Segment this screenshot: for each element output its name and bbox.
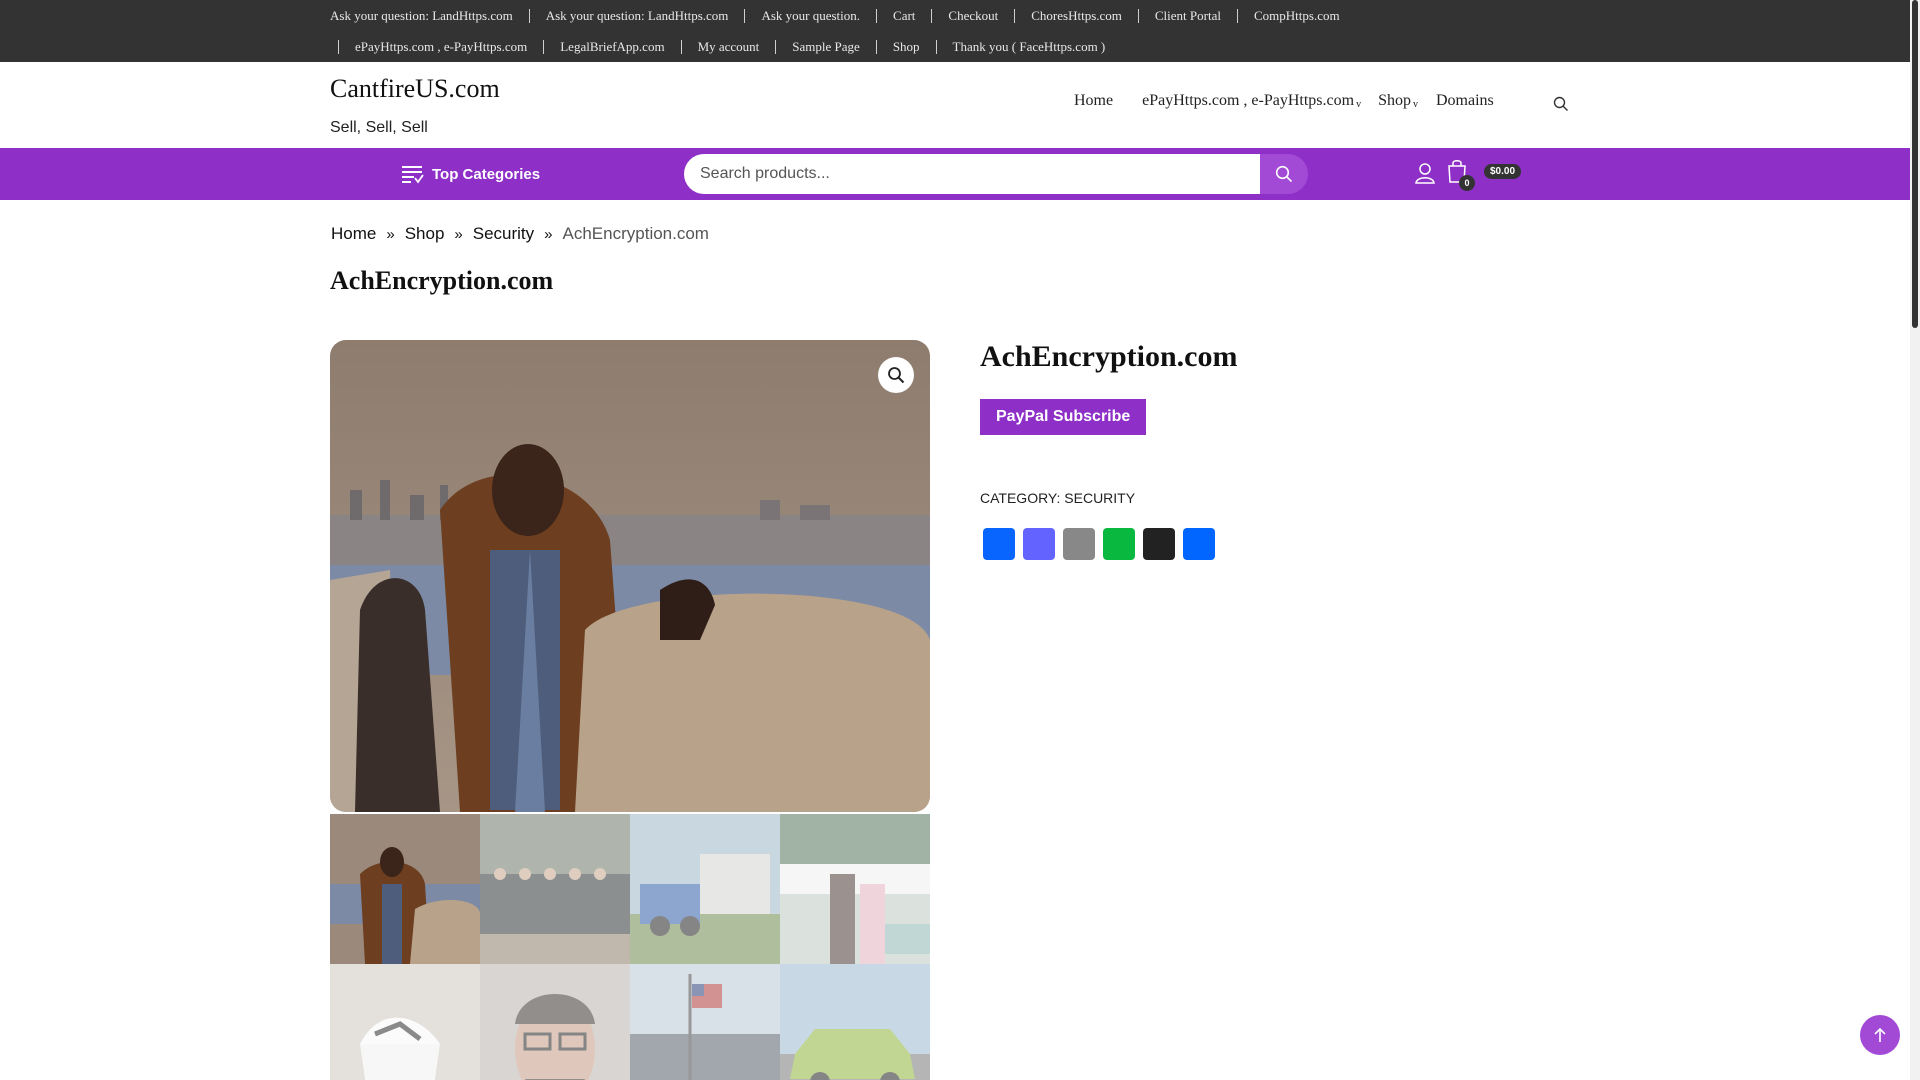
top-link-sample-page[interactable]: Sample Page xyxy=(792,39,860,55)
scrollbar-thumb[interactable] xyxy=(1912,0,1918,328)
breadcrumb-separator: » xyxy=(386,225,395,243)
top-menu-row-2: ePayHttps.com , e-PayHttps.com LegalBrie… xyxy=(330,39,1105,55)
thumbnail-group-photo[interactable] xyxy=(480,814,630,964)
category-label: CATEGORY: xyxy=(980,490,1061,506)
divider xyxy=(935,40,937,54)
divider xyxy=(528,9,530,23)
breadcrumb-security[interactable]: Security xyxy=(473,224,534,244)
user-account-icon[interactable] xyxy=(1414,162,1436,189)
top-link-my-account[interactable]: My account xyxy=(698,39,760,55)
magnifier-icon xyxy=(888,367,905,384)
thumbnail-blue-truck[interactable] xyxy=(630,814,780,964)
divider xyxy=(744,9,746,23)
divider xyxy=(680,40,682,54)
top-link-legalbrief[interactable]: LegalBriefApp.com xyxy=(560,39,664,55)
divider xyxy=(875,40,877,54)
divider xyxy=(775,40,777,54)
divider xyxy=(1137,9,1139,23)
share-buttons xyxy=(983,528,1223,560)
facebook-icon[interactable] xyxy=(983,528,1015,560)
breadcrumb-separator: » xyxy=(544,225,553,243)
thumbnail-green-taxi[interactable] xyxy=(780,964,930,1080)
top-link-epay[interactable]: ePayHttps.com , e-PayHttps.com xyxy=(355,39,527,55)
top-link-ask-question-3[interactable]: Ask your question. xyxy=(761,8,860,24)
divider xyxy=(1236,9,1238,23)
site-title[interactable]: CantfireUS.com xyxy=(330,74,500,104)
thumbnail-couple-outdoors[interactable] xyxy=(780,814,930,964)
top-link-ask-question-2[interactable]: Ask your question: LandHttps.com xyxy=(546,8,729,24)
top-link-shop[interactable]: Shop xyxy=(893,39,920,55)
thumbnail-man-glasses[interactable] xyxy=(480,964,630,1080)
top-menu-row-1: Ask your question: LandHttps.com Ask you… xyxy=(330,8,1340,24)
breadcrumb-separator: » xyxy=(454,225,463,243)
nav-home[interactable]: Home xyxy=(1074,92,1113,110)
nav-domains[interactable]: Domains xyxy=(1436,92,1494,110)
email-icon[interactable] xyxy=(1063,528,1095,560)
nav-epay-label: ePayHttps.com , e-PayHttps.com xyxy=(1142,92,1355,109)
search-icon xyxy=(1275,165,1293,183)
paypal-subscribe-button[interactable]: PayPal Subscribe xyxy=(980,399,1147,435)
cart-total-badge[interactable]: $0.00 xyxy=(1484,164,1522,179)
product-title: AchEncryption.com xyxy=(980,340,1238,373)
divider xyxy=(876,9,878,23)
x-icon[interactable] xyxy=(1143,528,1175,560)
wechat-icon[interactable] xyxy=(1103,528,1135,560)
product-thumbnails xyxy=(330,814,930,1080)
zoom-image-button[interactable] xyxy=(878,357,914,393)
search-icon[interactable] xyxy=(1553,96,1571,114)
chevron-down-icon: v xyxy=(1412,98,1418,110)
nav-shop-label: Shop xyxy=(1378,92,1411,109)
category-link-security[interactable]: SECURITY xyxy=(1064,490,1135,506)
top-link-checkout[interactable]: Checkout xyxy=(948,8,998,24)
page-title: AchEncryption.com xyxy=(330,266,554,295)
nav-shop[interactable]: Shop v xyxy=(1378,92,1418,110)
divider xyxy=(338,40,339,54)
back-to-top-button[interactable] xyxy=(1860,1015,1900,1055)
search-submit-button[interactable] xyxy=(1260,154,1308,194)
thumbnail-flag-building[interactable] xyxy=(630,964,780,1080)
thumbnail-dessert[interactable] xyxy=(330,964,480,1080)
mastodon-icon[interactable] xyxy=(1023,528,1055,560)
cart-count-badge: 0 xyxy=(1459,175,1475,191)
product-category: CATEGORY: SECURITY xyxy=(980,490,1135,506)
top-link-cart[interactable]: Cart xyxy=(893,8,915,24)
top-link-client-portal[interactable]: Client Portal xyxy=(1155,8,1221,24)
top-link-ask-question-1[interactable]: Ask your question: LandHttps.com xyxy=(330,8,513,24)
share-icon[interactable] xyxy=(1183,528,1215,560)
product-search xyxy=(684,154,1260,194)
top-link-thank-you[interactable]: Thank you ( FaceHttps.com ) xyxy=(953,39,1106,55)
breadcrumb-current: AchEncryption.com xyxy=(562,224,709,243)
breadcrumb-home[interactable]: Home xyxy=(331,224,376,244)
chevron-down-icon: v xyxy=(1356,98,1362,110)
menu-list-icon xyxy=(402,166,424,184)
breadcrumb: Home » Shop » Security » AchEncryption.c… xyxy=(331,224,709,244)
divider xyxy=(931,9,933,23)
page-scrollbar[interactable] xyxy=(1910,0,1920,1080)
thumbnail-portrait-waterfront[interactable] xyxy=(330,814,480,964)
top-utility-bar: Ask your question: LandHttps.com Ask you… xyxy=(0,0,1910,62)
top-categories-toggle[interactable]: Top Categories xyxy=(402,164,540,184)
divider xyxy=(1014,9,1016,23)
main-navigation: Home ePayHttps.com , e-PayHttps.com v Sh… xyxy=(1074,92,1494,110)
top-link-chores[interactable]: ChoresHttps.com xyxy=(1031,8,1122,24)
top-categories-label: Top Categories xyxy=(432,165,541,183)
arrow-up-icon xyxy=(1874,1027,1886,1042)
top-link-comp[interactable]: CompHttps.com xyxy=(1254,8,1340,24)
product-search-input[interactable] xyxy=(700,165,1260,183)
breadcrumb-shop[interactable]: Shop xyxy=(405,224,445,244)
product-main-image[interactable] xyxy=(330,340,930,812)
site-tagline: Sell, Sell, Sell xyxy=(330,119,428,136)
nav-epay[interactable]: ePayHttps.com , e-PayHttps.com v xyxy=(1142,92,1361,110)
divider xyxy=(543,40,545,54)
